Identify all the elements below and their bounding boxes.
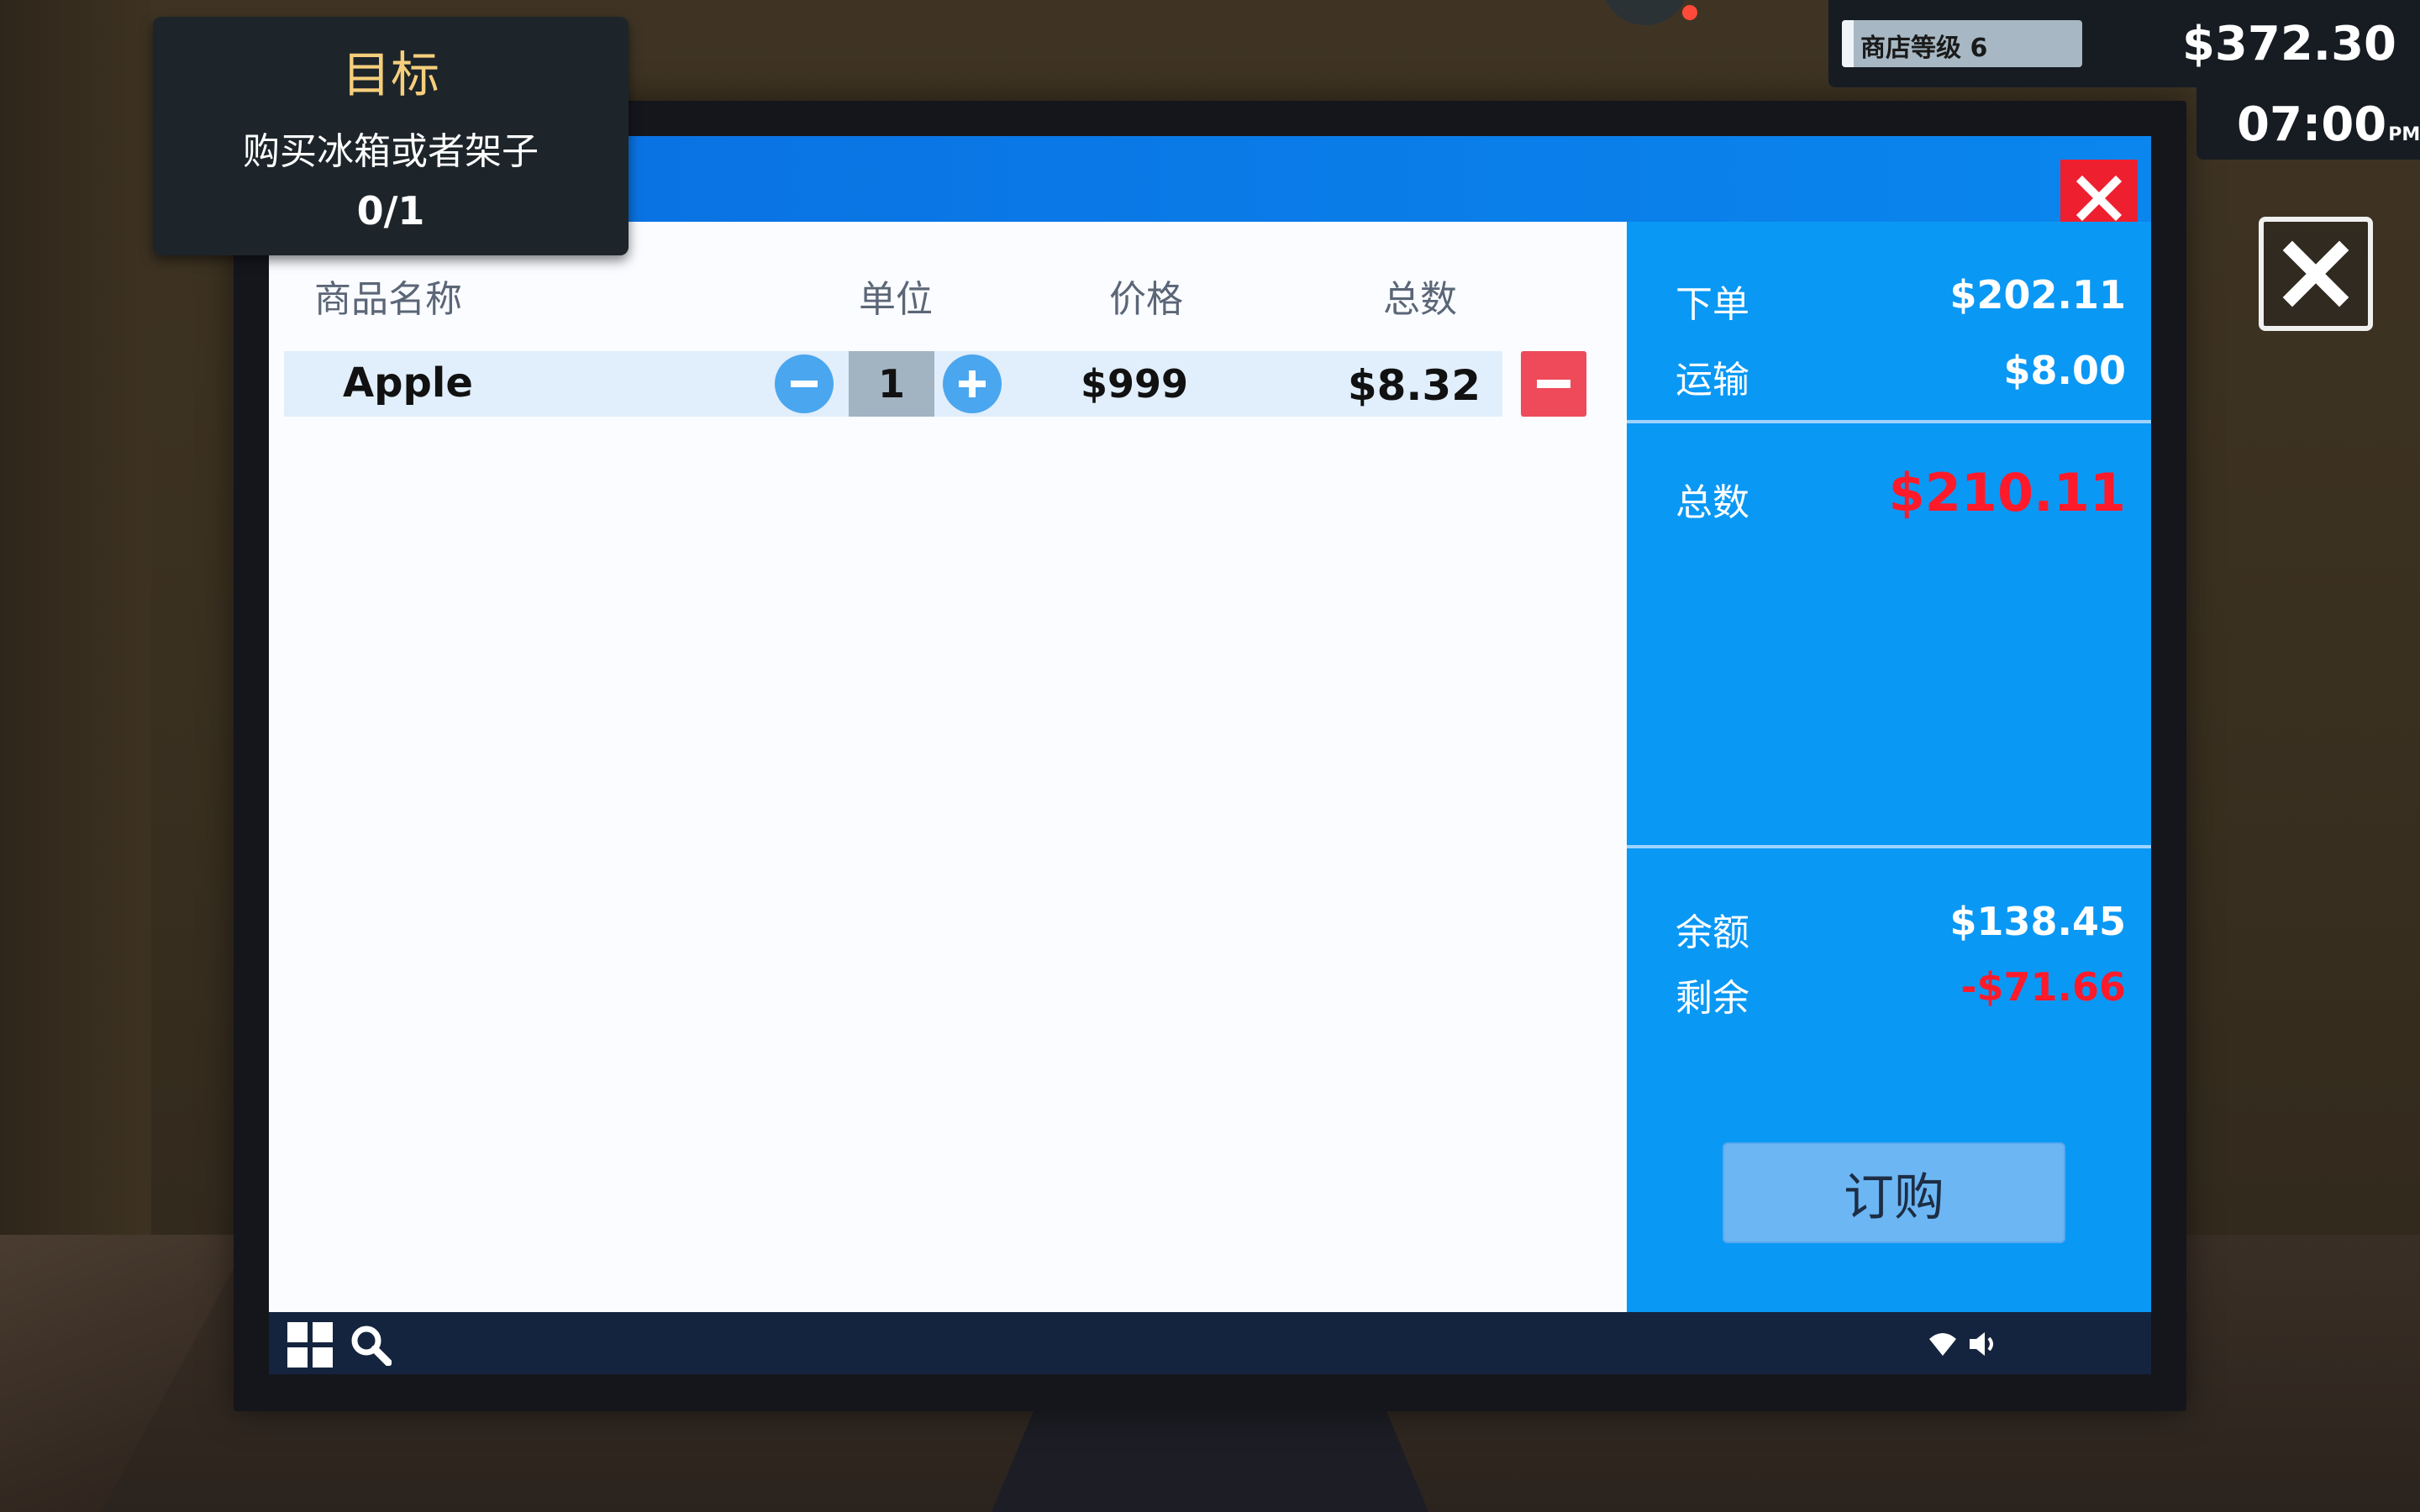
store-level-bar: 商店等级 6: [1842, 20, 2082, 67]
total-value: $210.11: [1888, 462, 2126, 523]
top-dial: [1602, 0, 1689, 25]
money-amount: $372.30: [2181, 17, 2396, 71]
header-unit: 单位: [859, 278, 933, 321]
header-product-name: 商品名称: [314, 278, 462, 321]
volume-icon[interactable]: [1968, 1329, 2000, 1359]
clock: 07:00PM: [2237, 97, 2420, 152]
summary-divider: [1627, 420, 2151, 423]
search-icon[interactable]: [350, 1324, 392, 1366]
order-label: 下单: [1676, 283, 1749, 326]
remaining-label: 剩余: [1676, 977, 1749, 1020]
header-total: 总数: [1383, 278, 1457, 321]
product-total: $8.32: [1347, 361, 1481, 410]
order-summary-pane: 下单 $202.11 运输 $8.00 总数 $210.11 余额 $138.4…: [1627, 222, 2151, 1312]
total-label: 总数: [1676, 481, 1749, 524]
summary-divider: [1627, 845, 2151, 848]
order-list-pane: 商品名称 单位 价格 总数 Apple 1 $999 $8.32: [269, 222, 1627, 1312]
balance-label: 余额: [1676, 911, 1749, 954]
goal-panel: 目标 购买冰箱或者架子 0/1: [153, 17, 629, 255]
clock-time: 07:00: [2237, 97, 2387, 152]
computer-screen: 商品名称 单位 价格 总数 Apple 1 $999 $8.32 下单 $202…: [269, 136, 2151, 1374]
decrease-quantity-button[interactable]: [775, 354, 834, 413]
remove-item-button[interactable]: [1521, 351, 1586, 417]
close-icon: [2075, 175, 2123, 222]
goal-progress: 0/1: [356, 188, 425, 234]
plus-icon: [959, 370, 986, 397]
clock-period: PM: [2388, 124, 2420, 145]
notification-dot: [1682, 5, 1697, 20]
place-order-button[interactable]: 订购: [1723, 1142, 2065, 1243]
store-level-label: 商店等级 6: [1860, 34, 1988, 63]
product-price: $999: [1081, 361, 1189, 407]
goal-title: 目标: [341, 46, 439, 103]
grid-icon[interactable]: [287, 1322, 333, 1368]
goal-description: 购买冰箱或者架子: [243, 130, 539, 173]
minus-icon: [791, 381, 818, 387]
quantity-value[interactable]: 1: [849, 351, 934, 417]
money-hud: 商店等级 6 $372.30: [1828, 0, 2420, 87]
taskbar: [269, 1312, 2151, 1374]
shipping-label: 运输: [1676, 359, 1749, 402]
store-level-fill: [1842, 20, 1854, 67]
exit-computer-button[interactable]: [2259, 217, 2373, 331]
balance-value: $138.45: [1949, 899, 2126, 944]
shipping-value: $8.00: [2003, 348, 2126, 393]
close-icon: [2282, 240, 2349, 307]
time-hud: 07:00PM: [2196, 87, 2420, 160]
order-value: $202.11: [1949, 272, 2126, 318]
increase-quantity-button[interactable]: [943, 354, 1002, 413]
table-row: Apple 1 $999 $8.32: [284, 351, 1502, 417]
remaining-value: -$71.66: [1960, 964, 2126, 1010]
remove-icon: [1537, 380, 1570, 388]
wifi-icon[interactable]: [1928, 1331, 1958, 1357]
header-price: 价格: [1109, 278, 1183, 321]
product-name: Apple: [343, 360, 473, 407]
